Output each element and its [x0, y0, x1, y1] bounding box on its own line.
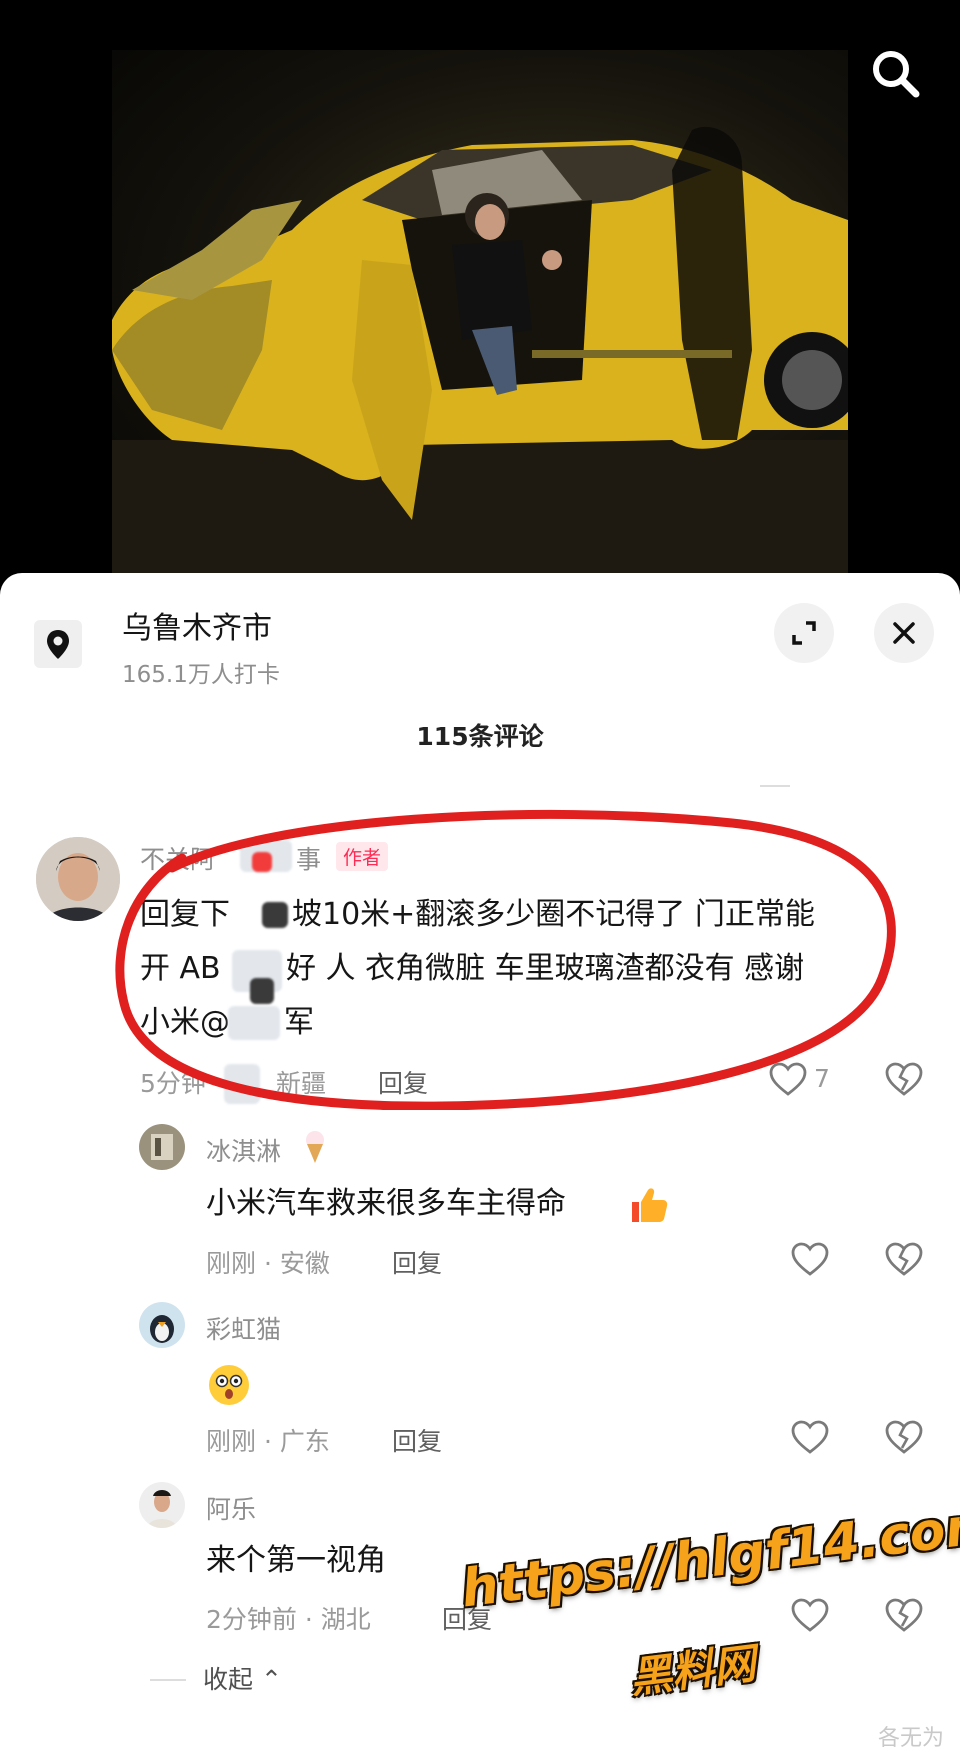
search-button[interactable] — [866, 44, 926, 104]
location-checkins: 165.1万人打卡 — [122, 662, 280, 688]
like-heart-icon[interactable] — [790, 1596, 830, 1636]
censor-blur — [228, 1006, 280, 1040]
like-heart-icon[interactable] — [768, 1060, 808, 1100]
dislike-broken-heart-icon[interactable] — [884, 1060, 924, 1100]
comment-text-line-3b: 军 — [284, 1005, 314, 1040]
censor-mark — [252, 852, 272, 872]
reply-button[interactable]: 回复 — [392, 1422, 442, 1458]
collapse-button[interactable]: 收起 ⌃ — [203, 1660, 282, 1696]
divider — [760, 785, 790, 787]
like-heart-icon[interactable] — [790, 1418, 830, 1458]
reply-avatar[interactable] — [139, 1124, 185, 1170]
dislike-broken-heart-icon[interactable] — [884, 1240, 924, 1280]
location-title[interactable]: 乌鲁木齐市 — [122, 603, 272, 647]
close-icon — [893, 622, 915, 644]
reply-button[interactable]: 回复 — [378, 1064, 428, 1100]
like-count: 7 — [814, 1064, 830, 1093]
reply-text: 小米汽车救来很多车主得命 — [206, 1186, 566, 1221]
location-pin-icon — [34, 620, 82, 668]
reply-time: 刚刚 · 安徽 — [206, 1249, 330, 1278]
dislike-broken-heart-icon[interactable] — [884, 1596, 924, 1636]
dislike-broken-heart-icon[interactable] — [884, 1418, 924, 1458]
reply-time: 刚刚 · 广东 — [206, 1427, 330, 1456]
reply-avatar[interactable] — [139, 1302, 185, 1348]
thumbs-up-icon — [632, 1188, 668, 1222]
reply-username[interactable]: 冰淇淋 — [206, 1132, 281, 1168]
reply-username[interactable]: 彩虹猫 — [206, 1310, 281, 1346]
comment-text-line-2a: 开 AB — [140, 951, 221, 986]
censor-mark — [250, 978, 274, 1004]
search-icon — [873, 51, 920, 98]
like-heart-icon[interactable] — [790, 1240, 830, 1280]
post-photo — [112, 50, 848, 575]
author-username-tail: 事 — [296, 845, 322, 874]
comment-text-line-2b: 好 人 衣角微脏 车里玻璃渣都没有 感谢 — [286, 951, 805, 986]
expand-icon — [792, 621, 816, 645]
collapse-divider — [150, 1679, 186, 1681]
collapse-label: 收起 — [203, 1665, 254, 1694]
censor-blur — [262, 902, 288, 928]
close-button[interactable] — [874, 603, 934, 663]
corner-watermark: 各无为 — [878, 1726, 945, 1751]
shocked-emoji-icon — [209, 1365, 249, 1405]
censor-blur — [224, 1064, 260, 1104]
ice-cream-icon — [306, 1131, 324, 1163]
reply-time: 2分钟前 · 湖北 — [206, 1605, 371, 1634]
comment-text-line-3a: 小米@ — [140, 1005, 230, 1040]
author-tag: 作者 — [336, 842, 389, 871]
author-username[interactable]: 不关阿 — [140, 840, 215, 876]
reply-avatar[interactable] — [139, 1482, 185, 1528]
reply-text: 来个第一视角 — [206, 1543, 386, 1578]
comment-region: 新疆 — [276, 1069, 327, 1098]
comment-text-line-1a: 回复下 — [140, 897, 230, 932]
author-avatar[interactable] — [36, 837, 120, 921]
reply-username[interactable]: 阿乐 — [206, 1490, 256, 1526]
reply-button[interactable]: 回复 — [392, 1244, 442, 1280]
comment-time: 5分钟 — [140, 1069, 206, 1098]
expand-button[interactable] — [774, 603, 834, 663]
comment-text-line-1b: 坡10米+翻滚多少圈不记得了 门正常能 — [292, 897, 815, 932]
comments-count-title: 115条评论 — [416, 722, 544, 751]
chevron-up-icon: ⌃ — [260, 1665, 282, 1694]
